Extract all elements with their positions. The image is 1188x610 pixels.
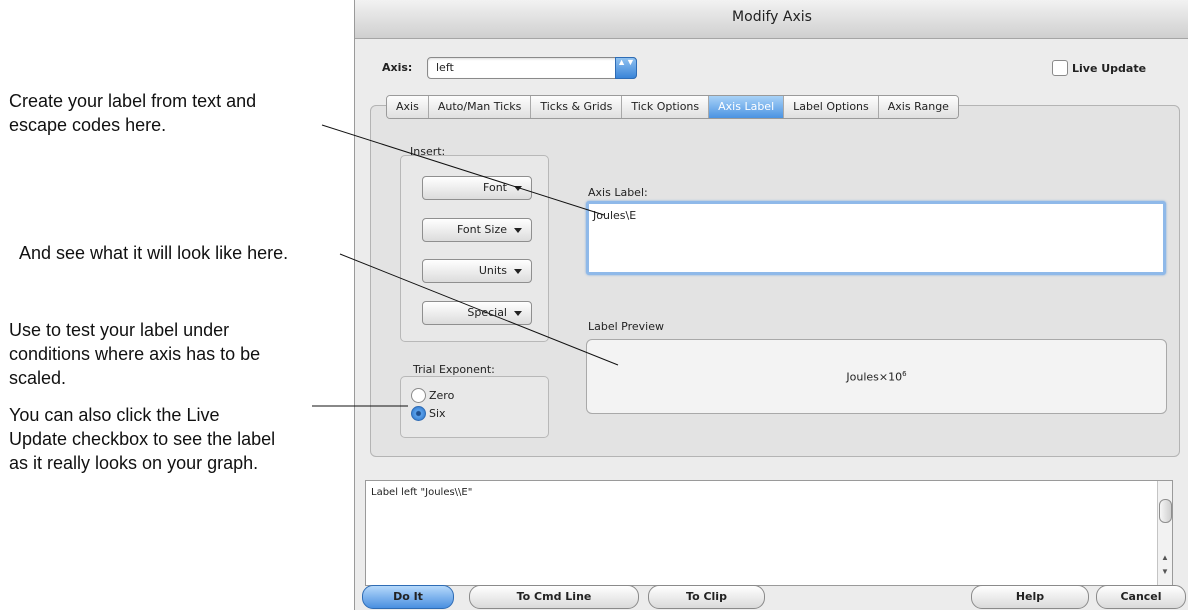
annotation-create: Create your label from text and escape c… <box>9 89 256 137</box>
annotation-live: You can also click the Live Update check… <box>9 403 275 475</box>
command-scrollbar[interactable]: ▲ ▼ <box>1157 481 1172 585</box>
help-button[interactable]: Help <box>971 585 1089 609</box>
font-menu-label: Font <box>483 181 507 194</box>
insert-label: Insert: <box>410 145 446 158</box>
annotation-create-line2: escape codes here. <box>9 115 167 135</box>
axis-label-input[interactable]: Joules\E <box>586 201 1166 275</box>
font-size-menu-label: Font Size <box>456 223 507 236</box>
axis-label-input-value: Joules\E <box>593 209 637 222</box>
label-preview-title: Label Preview <box>588 320 664 333</box>
special-menu-label: Special <box>467 306 507 319</box>
axis-selector-label: Axis: <box>382 61 413 74</box>
to-cmd-line-button[interactable]: To Cmd Line <box>469 585 639 609</box>
dropdown-arrow-icon <box>514 311 522 316</box>
tab-axis[interactable]: Axis <box>387 96 429 118</box>
scroll-up-arrow-icon[interactable]: ▲ <box>1161 553 1169 562</box>
annotation-use-line1: Use to test your label under <box>9 320 230 340</box>
live-update-label: Live Update <box>1072 62 1147 75</box>
label-preview-exponent: 6 <box>902 370 907 378</box>
annotation-see: And see what it will look like here. <box>19 243 289 263</box>
do-it-button[interactable]: Do It <box>362 585 454 609</box>
command-text-area[interactable]: Label left "Joules\\E" ▲ ▼ <box>365 480 1173 586</box>
cancel-button[interactable]: Cancel <box>1096 585 1186 609</box>
dropdown-arrow-icon <box>514 269 522 274</box>
axis-label-title: Axis Label: <box>588 186 648 199</box>
trial-exponent-label: Trial Exponent: <box>413 363 495 376</box>
tab-auto-man-ticks[interactable]: Auto/Man Ticks <box>428 96 532 118</box>
tab-label-options[interactable]: Label Options <box>784 96 879 118</box>
radio-zero[interactable] <box>411 388 426 403</box>
tab-axis-range[interactable]: Axis Range <box>878 96 958 118</box>
special-menu-button[interactable]: Special <box>422 301 532 325</box>
title-bar[interactable]: Modify Axis <box>355 0 1188 39</box>
units-menu-button[interactable]: Units <box>422 259 532 283</box>
window-title: Modify Axis <box>732 9 812 25</box>
scroll-down-arrow-icon[interactable]: ▼ <box>1161 567 1169 576</box>
to-clip-button[interactable]: To Clip <box>648 585 765 609</box>
dropdown-arrow-icon <box>514 228 522 233</box>
annotation-use-line3: scaled. <box>9 368 67 388</box>
annotation-live-line1: You can also click the Live <box>9 405 220 425</box>
annotation-use: Use to test your label under conditions … <box>9 318 260 390</box>
scrollbar-thumb[interactable] <box>1159 499 1172 523</box>
label-preview-text: Joules×106 <box>587 370 1166 384</box>
annotation-live-line3: as it really looks on your graph. <box>9 453 259 473</box>
dropdown-arrow-icon <box>514 186 522 191</box>
radio-zero-label: Zero <box>429 389 455 402</box>
live-update-checkbox[interactable] <box>1052 60 1068 76</box>
annotation-use-line2: conditions where axis has to be <box>9 344 261 364</box>
label-preview-main: Joules×10 <box>846 370 903 384</box>
font-size-menu-button[interactable]: Font Size <box>422 218 532 242</box>
tab-axis-label[interactable]: Axis Label <box>709 96 785 118</box>
tab-bar: Axis Auto/Man Ticks Ticks & Grids Tick O… <box>386 95 959 119</box>
tab-tick-options[interactable]: Tick Options <box>622 96 710 118</box>
command-text: Label left "Joules\\E" <box>371 487 473 498</box>
radio-six[interactable] <box>411 406 426 421</box>
annotation-create-line1: Create your label from text and <box>9 91 257 111</box>
radio-six-label: Six <box>429 407 446 420</box>
font-menu-button[interactable]: Font <box>422 176 532 200</box>
annotation-live-line2: Update checkbox to see the label <box>9 429 276 449</box>
modify-axis-dialog: Modify Axis Axis: left ▲▼ Live Update Ax… <box>354 0 1188 610</box>
units-menu-label: Units <box>478 264 507 277</box>
axis-popup-value: left <box>436 61 454 74</box>
label-preview-box: Joules×106 <box>586 339 1167 414</box>
axis-popup[interactable]: left ▲▼ <box>427 57 637 79</box>
popup-arrows-icon: ▲▼ <box>615 57 637 79</box>
tab-ticks-grids[interactable]: Ticks & Grids <box>531 96 623 118</box>
